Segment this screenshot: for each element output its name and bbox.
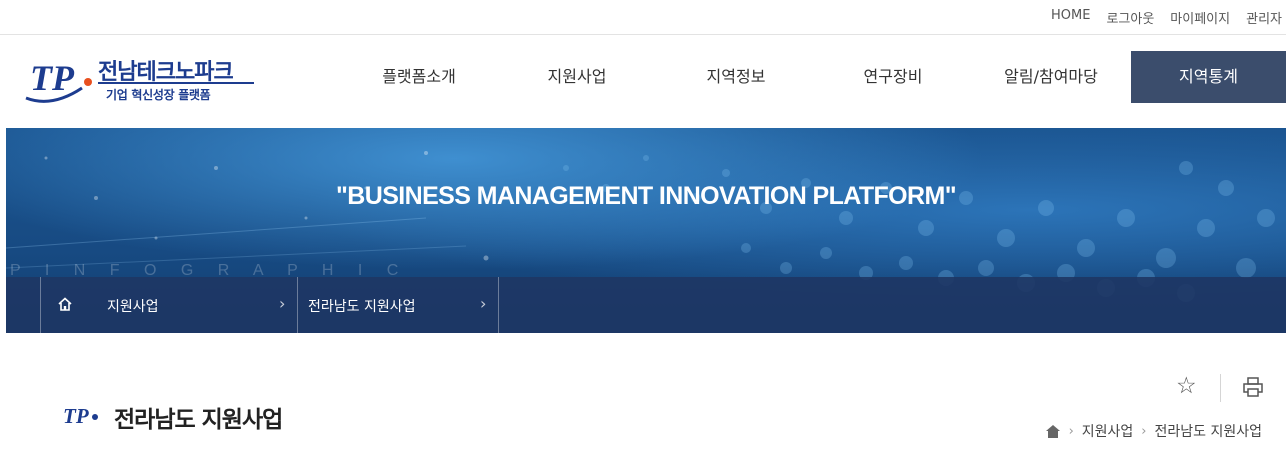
home-icon[interactable]	[1045, 424, 1061, 438]
chevron-right-icon: ›	[279, 294, 286, 313]
breadcrumb-item-support-programs[interactable]: 지원사업	[1082, 421, 1134, 441]
location-level1-label: 지원사업	[107, 299, 159, 315]
home-icon	[58, 297, 72, 311]
location-level2-label: 전라남도 지원사업	[308, 299, 416, 315]
main-navigation: 플랫폼소개 지원사업 지역정보 연구장비 알림/참여마당 지역통계	[0, 51, 1286, 103]
logout-link[interactable]: 로그아웃	[1106, 8, 1154, 27]
breadcrumb-item-jeonnam-support[interactable]: 전라남도 지원사업	[1155, 421, 1263, 441]
nav-regional-statistics[interactable]: 지역통계	[1131, 51, 1286, 103]
nav-regional-info[interactable]: 지역정보	[681, 51, 791, 103]
svg-text:TP: TP	[63, 404, 89, 428]
printer-icon[interactable]	[1242, 376, 1264, 398]
site-header: TP 전남테크노파크 기업 혁신성장 플랫폼 플랫폼소개 지원사업 지역정보 연…	[0, 35, 1286, 127]
tools-divider	[1220, 374, 1221, 402]
hero-banner: "BUSINESS MANAGEMENT INNOVATION PLATFORM…	[6, 128, 1286, 333]
mypage-link[interactable]: 마이페이지	[1170, 8, 1230, 27]
nav-platform-intro[interactable]: 플랫폼소개	[364, 51, 474, 103]
banner-headline: "BUSINESS MANAGEMENT INNOVATION PLATFORM…	[336, 182, 957, 210]
nav-notice-participation[interactable]: 알림/참여마당	[988, 51, 1114, 103]
star-icon[interactable]: ☆	[1176, 372, 1197, 400]
tp-logo-icon: TP	[63, 404, 98, 428]
nav-research-equipment[interactable]: 연구장비	[838, 51, 948, 103]
location-level2-dropdown[interactable]: 전라남도 지원사업 ›	[297, 277, 499, 333]
home-link[interactable]: HOME	[1051, 8, 1090, 27]
breadcrumb: › 지원사업 › 전라남도 지원사업	[1045, 421, 1262, 441]
utility-bar: HOME 로그아웃 마이페이지 관리자	[0, 0, 1286, 35]
location-bar: 지원사업 › 전라남도 지원사업 ›	[6, 277, 1286, 333]
breadcrumb-separator: ›	[1141, 423, 1147, 439]
admin-link[interactable]: 관리자	[1246, 8, 1282, 27]
chevron-right-icon: ›	[480, 294, 487, 313]
page-title: 전라남도 지원사업	[114, 407, 283, 433]
breadcrumb-separator: ›	[1068, 423, 1074, 439]
location-level1-dropdown[interactable]: 지원사업 ›	[40, 277, 298, 333]
utility-links: HOME 로그아웃 마이페이지 관리자	[1051, 8, 1282, 27]
page-tools: ☆	[1172, 372, 1272, 402]
nav-support-programs[interactable]: 지원사업	[522, 51, 632, 103]
